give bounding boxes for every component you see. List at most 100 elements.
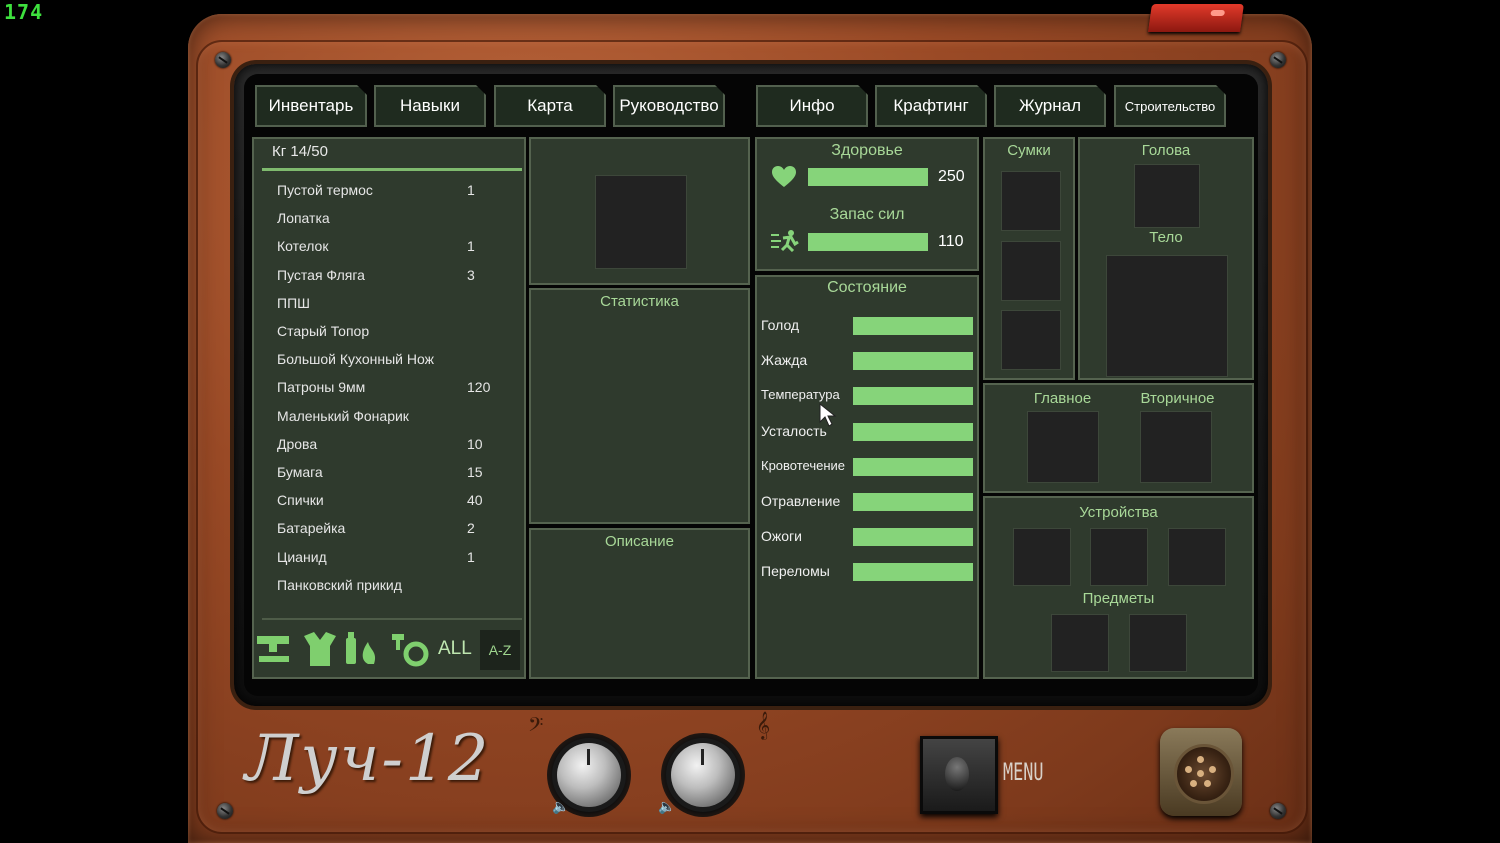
condition-panel <box>755 275 979 679</box>
devices-panel: Устройства Предметы <box>983 496 1254 679</box>
condition-bar <box>853 317 973 335</box>
device-slot[interactable] <box>1090 528 1148 586</box>
list-item[interactable]: Пустая Фляга 3 <box>277 267 497 289</box>
device-slot[interactable] <box>1013 528 1071 586</box>
filter-all-button[interactable]: ALL <box>438 638 472 660</box>
condition-label: Ожоги <box>761 528 802 545</box>
condition-bar <box>853 422 973 441</box>
screw-icon <box>217 803 233 819</box>
bag-slot[interactable] <box>1001 171 1061 231</box>
power-switch[interactable] <box>1148 4 1244 32</box>
item-quantity: 2 <box>467 520 475 537</box>
mouse-cursor-icon <box>818 402 840 428</box>
sort-az-button[interactable]: A-Z <box>480 630 520 670</box>
list-item[interactable]: Батарейка 2 <box>277 520 497 542</box>
items-title: Предметы <box>1082 590 1155 607</box>
item-quantity <box>467 323 497 345</box>
head-title: Голова <box>1141 142 1191 159</box>
item-name: Панковский прикид <box>277 576 402 593</box>
item-quantity: 3 <box>467 266 475 283</box>
devices-title: Устройства <box>1079 504 1158 521</box>
item-name: Котелок <box>277 238 329 255</box>
tools-filter-icon[interactable] <box>390 632 432 668</box>
list-item[interactable]: Пустой термос 1 <box>277 182 497 204</box>
condition-bar-fill <box>853 387 973 406</box>
condition-label: Кровотечение <box>761 457 846 473</box>
bag-slot[interactable] <box>1001 241 1061 301</box>
condition-bar-fill <box>853 422 973 441</box>
list-item[interactable]: Маленький Фонарик <box>277 408 497 430</box>
connector-pin <box>1197 770 1204 777</box>
tab-map[interactable]: Карта <box>494 85 606 127</box>
item-quantity <box>467 351 497 373</box>
condition-bar-fill <box>853 493 973 511</box>
list-item[interactable]: Старый Топор <box>277 323 497 345</box>
condition-bar-fill <box>853 528 973 547</box>
description-panel: Описание <box>529 528 750 679</box>
condition-bar <box>853 528 973 547</box>
running-icon <box>771 230 799 253</box>
item-slot[interactable] <box>1129 614 1187 672</box>
item-name: Маленький Фонарик <box>277 407 409 424</box>
item-quantity <box>467 210 497 232</box>
list-item[interactable]: Бумага 15 <box>277 464 497 486</box>
item-name: Патроны 9мм <box>277 379 366 396</box>
bag-slot[interactable] <box>1001 310 1061 370</box>
list-divider <box>262 618 522 620</box>
screw-icon <box>1270 803 1286 819</box>
stamina-bar-fill <box>808 233 928 251</box>
device-slot[interactable] <box>1168 528 1226 586</box>
menu-button[interactable] <box>920 736 998 814</box>
tab-guide[interactable]: Руководство <box>613 85 725 127</box>
item-name: Большой Кухонный Нож <box>277 351 434 368</box>
body-slot[interactable] <box>1106 255 1228 377</box>
bass-clef-icon: 𝄢 <box>528 714 544 741</box>
consumables-filter-icon[interactable] <box>344 630 384 668</box>
mute-icon: 🔈 <box>552 798 570 814</box>
item-name: Пустой термос <box>277 182 373 198</box>
list-item[interactable]: Панковский прикид <box>277 577 497 599</box>
condition-bar <box>853 457 973 476</box>
connector-pin <box>1197 756 1204 763</box>
secondary-weapon-slot[interactable] <box>1140 411 1212 483</box>
list-item[interactable]: Патроны 9мм 120 <box>277 379 497 401</box>
list-item[interactable]: Спички 40 <box>277 492 497 514</box>
tab-building[interactable]: Строительство <box>1114 85 1226 127</box>
tab-crafting[interactable]: Крафтинг <box>875 85 987 127</box>
head-slot[interactable] <box>1134 164 1200 228</box>
item-slot[interactable] <box>1051 614 1109 672</box>
list-item[interactable]: Большой Кухонный Нож <box>277 351 497 373</box>
item-name: Цианид <box>277 548 327 565</box>
stamina-bar <box>808 233 928 251</box>
weapon-filter-icon[interactable] <box>255 632 291 666</box>
item-quantity: 15 <box>467 464 483 480</box>
list-item[interactable]: Цианид 1 <box>277 549 497 571</box>
condition-bar <box>853 493 973 511</box>
item-name: Батарейка <box>277 520 346 537</box>
item-quantity: 120 <box>467 379 491 396</box>
condition-bar <box>853 563 973 582</box>
condition-label: Температура <box>761 387 840 403</box>
connector-pin <box>1190 780 1197 787</box>
item-quantity: 1 <box>467 238 475 255</box>
primary-weapon-slot[interactable] <box>1027 411 1099 483</box>
tab-journal[interactable]: Журнал <box>994 85 1106 127</box>
list-item[interactable]: ППШ <box>277 295 497 317</box>
heart-icon <box>771 165 797 189</box>
list-item[interactable]: Дрова 10 <box>277 436 497 458</box>
tab-inventory[interactable]: Инвентарь <box>255 85 367 127</box>
condition-label: Жажда <box>761 352 808 369</box>
list-item[interactable]: Лопатка <box>277 210 497 232</box>
item-quantity: 40 <box>467 492 483 509</box>
item-quantity <box>467 408 497 430</box>
list-item[interactable]: Котелок 1 <box>277 238 497 260</box>
tab-info[interactable]: Инфо <box>756 85 868 127</box>
description-title: Описание <box>604 533 675 550</box>
health-value: 250 <box>938 168 965 185</box>
health-label: Здоровье <box>831 142 903 159</box>
clothing-filter-icon[interactable] <box>300 630 340 668</box>
primary-title: Главное <box>1033 390 1092 407</box>
music-knob[interactable] <box>671 743 735 807</box>
tab-skills[interactable]: Навыки <box>374 85 486 127</box>
item-quantity: 10 <box>467 435 483 452</box>
